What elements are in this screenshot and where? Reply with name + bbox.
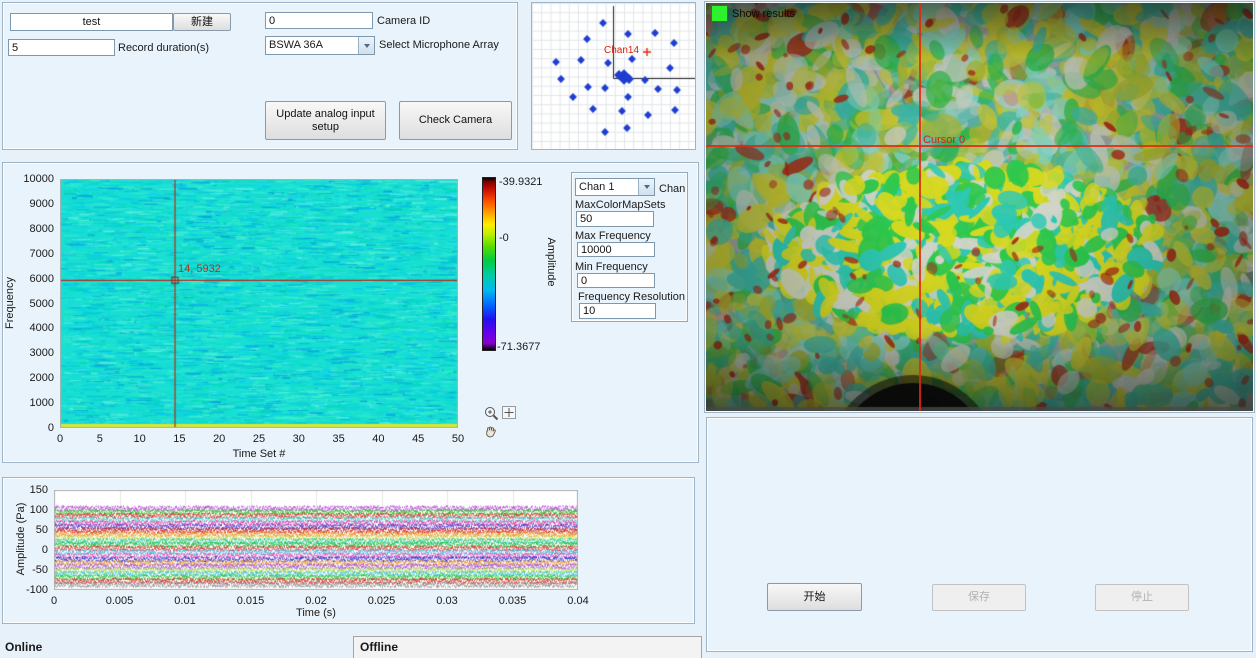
tick-label: 0.01 — [165, 595, 205, 607]
camera-cursor-hline[interactable] — [706, 145, 1253, 147]
colorbar-mid-label: -0 — [499, 232, 509, 244]
tick-label: 0.025 — [362, 595, 402, 607]
tick-label: 5 — [85, 433, 115, 445]
tick-label: 25 — [244, 433, 274, 445]
camera-cursor-vline[interactable] — [919, 3, 921, 411]
save-button[interactable]: 保存 — [932, 584, 1026, 611]
cursor-tool-icon[interactable] — [502, 406, 516, 423]
camera-id-label: Camera ID — [377, 15, 430, 27]
colorbar-max-label: -39.9321 — [499, 176, 542, 188]
tick-label: 7000 — [8, 248, 54, 260]
start-button[interactable]: 开始 — [767, 583, 862, 611]
tick-label: 3000 — [8, 347, 54, 359]
spectrogram-cursor-label: 14, 5932 — [178, 263, 221, 275]
show-results-led[interactable] — [711, 5, 728, 22]
test-name-field[interactable] — [10, 13, 173, 31]
tick-label: 1000 — [8, 397, 54, 409]
tick-label: 0.03 — [427, 595, 467, 607]
mic-array-dropdown[interactable]: BSWA 36A — [265, 36, 375, 55]
chan-label: Chan — [659, 183, 685, 195]
camera-cursor-label: Cursor 0 — [923, 134, 965, 146]
tick-label: 0.015 — [231, 595, 271, 607]
tick-label: 0 — [45, 433, 75, 445]
mic-array-plot — [531, 2, 696, 150]
tick-label: 15 — [164, 433, 194, 445]
colorbar — [482, 177, 496, 351]
tick-label: 8000 — [8, 223, 54, 235]
max-colormap-label: MaxColorMapSets — [575, 199, 665, 211]
frequency-resolution-label: Frequency Resolution — [578, 291, 685, 303]
chan-dropdown[interactable]: Chan 1 — [575, 178, 655, 196]
tick-label: -50 — [4, 564, 48, 576]
tick-label: 10000 — [8, 173, 54, 185]
min-frequency-field[interactable] — [577, 273, 655, 288]
check-camera-button[interactable]: Check Camera — [399, 101, 512, 140]
tick-label: 0 — [4, 544, 48, 556]
tab-offline[interactable]: Offline — [353, 636, 702, 658]
frequency-resolution-field[interactable] — [579, 303, 656, 319]
tick-label: 40 — [363, 433, 393, 445]
pan-tool-icon[interactable] — [483, 426, 499, 444]
run-controls-panel — [706, 417, 1253, 652]
camera-result-image[interactable] — [706, 3, 1253, 411]
mic-array-cursor-label: Chan14 — [604, 45, 639, 56]
tick-label: 6000 — [8, 273, 54, 285]
max-colormap-field[interactable] — [576, 211, 654, 227]
update-analog-input-button[interactable]: Update analog input setup — [265, 101, 386, 140]
tick-label: 10 — [125, 433, 155, 445]
mic-array-value: BSWA 36A — [266, 37, 358, 54]
tick-label: 50 — [443, 433, 473, 445]
camera-id-field[interactable] — [265, 12, 373, 29]
record-duration-label: Record duration(s) — [118, 42, 209, 54]
tick-label: 100 — [4, 504, 48, 516]
mic-array-label: Select Microphone Array — [379, 39, 499, 51]
tick-label: 35 — [324, 433, 354, 445]
tick-label: 2000 — [8, 372, 54, 384]
spectrogram-plot[interactable] — [60, 179, 458, 428]
waveform-xlabel: Time (s) — [266, 607, 366, 619]
tick-label: 45 — [403, 433, 433, 445]
stop-button[interactable]: 停止 — [1095, 584, 1189, 611]
show-results-label: Show results — [732, 8, 795, 20]
tick-label: 0.005 — [100, 595, 140, 607]
colorbar-min-label: -71.3677 — [497, 341, 540, 353]
tick-label: 30 — [284, 433, 314, 445]
record-duration-field[interactable] — [8, 39, 115, 56]
tick-label: 4000 — [8, 322, 54, 334]
tick-label: 5000 — [8, 298, 54, 310]
tick-label: 20 — [204, 433, 234, 445]
tab-online[interactable]: Online — [5, 640, 42, 654]
chevron-down-icon[interactable] — [358, 37, 374, 54]
spectrogram-xlabel: Time Set # — [209, 448, 309, 460]
max-frequency-field[interactable] — [577, 242, 655, 257]
tick-label: 0.04 — [558, 595, 598, 607]
max-frequency-label: Max Frequency — [575, 230, 651, 242]
tick-label: 9000 — [8, 198, 54, 210]
tick-label: 0 — [34, 595, 74, 607]
min-frequency-label: Min Frequency — [575, 261, 648, 273]
tick-label: 0.035 — [493, 595, 533, 607]
tick-label: 150 — [4, 484, 48, 496]
colorbar-amplitude-label: Amplitude — [545, 212, 557, 312]
zoom-tool-icon[interactable] — [484, 406, 500, 425]
tick-label: 0.02 — [296, 595, 336, 607]
tick-label: 50 — [4, 524, 48, 536]
waveform-plot[interactable] — [54, 490, 578, 590]
chan-value: Chan 1 — [576, 179, 638, 195]
chevron-down-icon[interactable] — [638, 179, 654, 195]
new-button[interactable]: 新建 — [173, 13, 231, 31]
